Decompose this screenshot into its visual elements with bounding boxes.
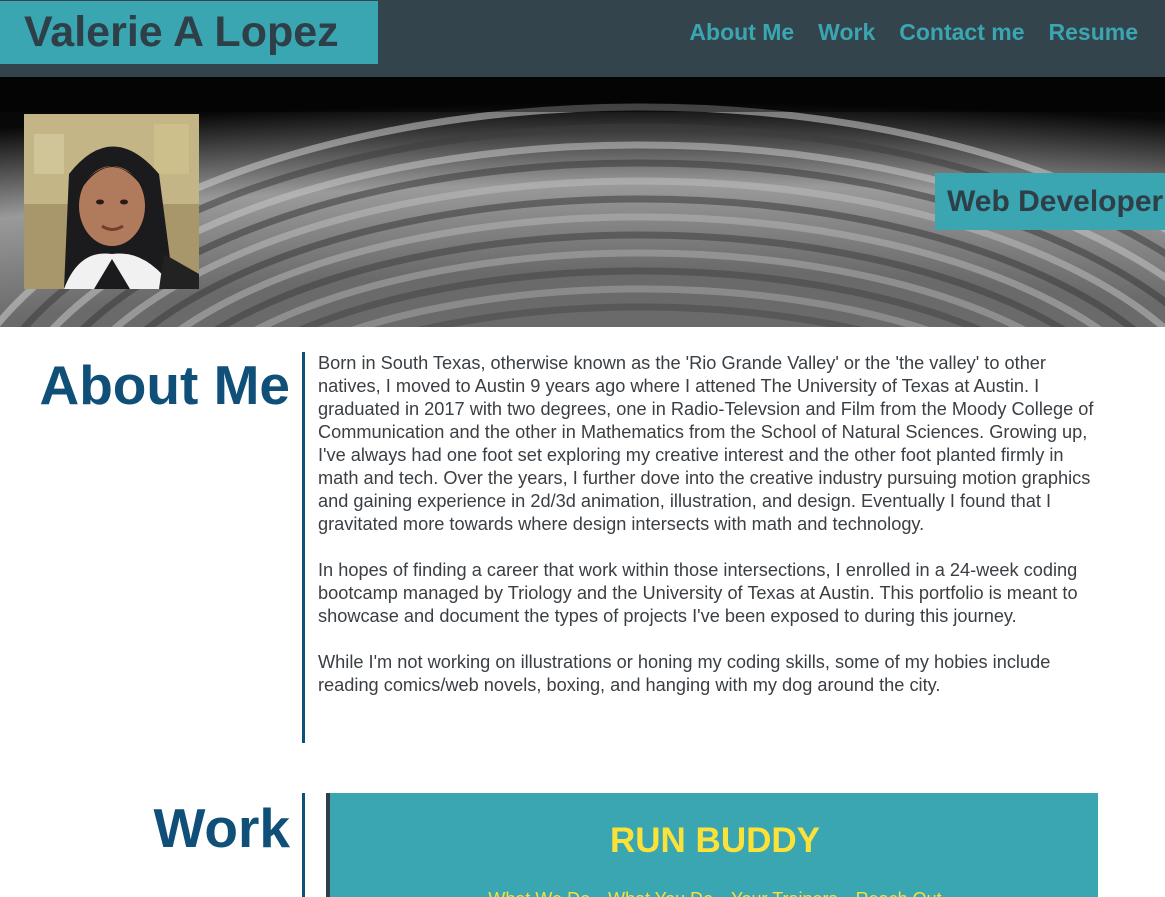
nav-link-work[interactable]: Work	[818, 17, 875, 47]
nav-link-contact[interactable]: Contact me	[899, 17, 1024, 47]
project-nav-item[interactable]: Your Trainers	[731, 888, 837, 897]
about-section-title: About Me	[39, 354, 290, 416]
hero-banner: Web Developer	[0, 77, 1165, 327]
about-paragraph: In hopes of finding a career that work w…	[318, 560, 1078, 626]
about-divider	[302, 352, 305, 743]
project-nav-item[interactable]: What You Do	[608, 888, 713, 897]
about-paragraph: While I'm not working on illustrations o…	[318, 652, 1051, 695]
project-title[interactable]: RUN BUDDY	[332, 821, 1098, 861]
main-nav: About Me Work Contact me Resume	[689, 17, 1138, 47]
project-nav-item[interactable]: What We Do	[488, 888, 590, 897]
nav-link-about[interactable]: About Me	[689, 17, 794, 47]
site-brand[interactable]: Valerie A Lopez	[0, 1, 378, 64]
site-header: Valerie A Lopez About Me Work Contact me…	[0, 0, 1165, 77]
role-badge: Web Developer	[935, 173, 1165, 230]
project-nav-item[interactable]: Reach Out	[856, 888, 942, 897]
about-paragraph: Born in South Texas, otherwise known as …	[318, 353, 1094, 534]
work-divider	[302, 793, 305, 897]
project-nav: What We Do What You Do Your Trainers Rea…	[332, 888, 1098, 897]
about-content: Born in South Texas, otherwise known as …	[318, 352, 1108, 697]
project-card-run-buddy[interactable]: RUN BUDDY What We Do What You Do Your Tr…	[326, 793, 1098, 897]
profile-photo	[24, 114, 199, 289]
work-section-title: Work	[153, 797, 290, 859]
nav-link-resume[interactable]: Resume	[1049, 17, 1138, 47]
